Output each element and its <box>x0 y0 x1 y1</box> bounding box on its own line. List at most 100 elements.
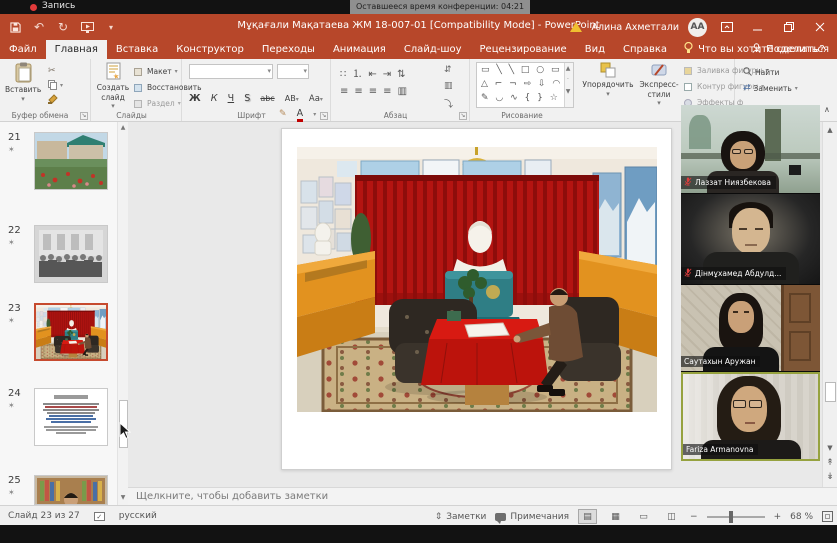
ribbon-display-options-icon[interactable] <box>716 17 738 37</box>
tab-animations[interactable]: Анимация <box>324 40 395 59</box>
thumbnail-scrollbar[interactable]: ▲ ▼ <box>117 122 128 505</box>
shapes-scroll-up-icon: ▲ <box>565 63 573 74</box>
format-painter-button[interactable] <box>48 94 58 104</box>
recording-label: Запись <box>42 1 75 11</box>
font-name-combo[interactable]: ▾ <box>189 64 273 79</box>
scroll-down-icon[interactable]: ▼ <box>823 444 837 452</box>
comments-toggle[interactable]: Примечания <box>495 512 569 522</box>
view-slideshow-button[interactable]: ◫ <box>662 509 681 524</box>
font-size-combo[interactable]: ▾ <box>277 64 309 79</box>
account-name[interactable]: Алина Ахметгали <box>591 22 679 33</box>
text-direction-icon[interactable]: ⇵ <box>444 65 452 75</box>
scroll-up-icon[interactable]: ▲ <box>823 126 837 134</box>
shapes-gallery[interactable]: ▭ ╲ ╲ □ ○ ▭ △ ⌐ ¬ ⇨ ⇩ ◠ ✎ ◡ ∿ { } ☆ ▲ · … <box>476 62 574 108</box>
zoom-slider-thumb[interactable] <box>729 511 733 523</box>
bold-button[interactable]: Ж <box>189 93 201 104</box>
mouse-cursor <box>119 422 131 440</box>
video-tile-participant-4-active-speaker[interactable]: Fariza Armanovna <box>681 372 820 461</box>
tab-insert[interactable]: Вставка <box>107 40 167 59</box>
previous-slide-button[interactable]: ↟ <box>823 458 837 468</box>
clipboard-dialog-launcher[interactable]: ↘ <box>80 112 88 120</box>
paragraph-dialog-launcher[interactable]: ↘ <box>459 112 467 120</box>
slide-scrollbar[interactable]: ▲ ▼ ↟ ↡ <box>822 122 837 487</box>
font-dialog-launcher[interactable]: ↘ <box>320 112 328 120</box>
align-text-icon[interactable]: ▥ <box>444 81 453 91</box>
slide-24-thumbnail[interactable] <box>34 388 108 446</box>
text-shadow-button[interactable]: S <box>244 93 250 104</box>
italic-button[interactable]: К <box>211 93 218 104</box>
zoom-level[interactable]: 68 % <box>790 512 813 522</box>
align-center-icon[interactable]: ≡ <box>354 86 368 97</box>
notes-toggle[interactable]: ⇕Заметки <box>435 512 487 522</box>
slide-21-thumbnail[interactable] <box>34 132 108 190</box>
tab-design[interactable]: Конструктор <box>167 40 253 59</box>
tab-file[interactable]: Файл <box>0 40 46 59</box>
tab-transitions[interactable]: Переходы <box>253 40 324 59</box>
strikethrough-button[interactable]: abc <box>260 94 274 103</box>
zoom-in-button[interactable]: + <box>774 512 782 522</box>
animation-star-icon: ✶ <box>8 238 15 247</box>
view-slide-sorter-button[interactable]: ▦ <box>606 509 625 524</box>
spellcheck-icon[interactable]: ✓ <box>94 512 105 521</box>
slide-25-thumbnail[interactable] <box>34 475 108 505</box>
video-participants-panel: Лаззат Ниязбекова Дінмұхамед Абдулд... <box>681 105 820 461</box>
underline-button[interactable]: Ч <box>228 93 235 104</box>
align-left-icon[interactable]: ≡ <box>340 86 354 97</box>
slide-photo[interactable] <box>297 147 657 412</box>
video-tile-participant-2[interactable]: Дінмұхамед Абдулд... <box>681 194 820 284</box>
tab-review[interactable]: Рецензирование <box>471 40 576 59</box>
shapes-row-1: ▭ ╲ ╲ □ ○ ▭ <box>481 64 563 78</box>
account-avatar[interactable]: АА <box>688 18 707 37</box>
zoom-out-button[interactable]: − <box>690 512 698 522</box>
numbering-icon[interactable]: ⒈ <box>352 69 368 80</box>
tab-slideshow[interactable]: Слайд-шоу <box>395 40 471 59</box>
new-slide-button[interactable]: Создать слайд ▾ <box>95 62 131 111</box>
copy-button[interactable]: ▾ <box>48 80 63 90</box>
tab-view[interactable]: Вид <box>576 40 614 59</box>
layout-button[interactable]: Макет▾ <box>134 67 178 76</box>
video-tile-participant-3[interactable]: Саутахын Аружан <box>681 285 820 371</box>
line-spacing-icon[interactable]: ⇅ <box>397 69 411 80</box>
view-reading-button[interactable]: ▭ <box>634 509 653 524</box>
section-button[interactable]: Раздел▾ <box>134 99 181 108</box>
next-slide-button[interactable]: ↡ <box>823 472 837 482</box>
align-right-icon[interactable]: ≡ <box>369 86 383 97</box>
indent-increase-icon[interactable]: ⇥ <box>383 69 397 80</box>
status-bar: Слайд 23 из 27 ✓ русский ⇕Заметки Примеч… <box>0 505 837 525</box>
paste-button[interactable]: Вставить ▾ <box>5 62 41 104</box>
columns-icon[interactable]: ▥ <box>398 86 413 97</box>
language-status[interactable]: русский <box>119 511 157 521</box>
new-slide-caret-icon: ▾ <box>95 102 131 111</box>
indent-decrease-icon[interactable]: ⇤ <box>368 69 382 80</box>
fit-to-window-icon[interactable] <box>822 511 833 522</box>
video-tile-participant-1[interactable]: Лаззат Ниязбекова <box>681 105 820 193</box>
tab-help[interactable]: Справка <box>614 40 676 59</box>
scroll-down-icon[interactable]: ▼ <box>118 494 128 501</box>
slide-23-thumbnail-selected[interactable] <box>34 303 108 361</box>
quick-styles-button[interactable]: Экспресс-стили ▾ <box>636 62 682 108</box>
notes-placeholder[interactable]: Щелкните, чтобы добавить заметки <box>128 487 837 505</box>
tab-home[interactable]: Главная <box>46 40 107 59</box>
view-normal-button[interactable]: ▤ <box>578 509 597 524</box>
zoom-slider[interactable] <box>707 516 765 518</box>
arrange-caret-icon: ▾ <box>582 90 634 99</box>
restore-button[interactable] <box>778 17 800 37</box>
participant-name: Дінмұхамед Абдулд... <box>695 269 781 278</box>
scroll-thumb[interactable] <box>825 382 836 402</box>
replace-button[interactable]: ⇄ Заменить ▾ <box>743 83 798 93</box>
cut-button[interactable]: ✂ <box>48 66 56 76</box>
collapse-ribbon-icon[interactable]: ∧ <box>824 105 830 114</box>
arrange-button[interactable]: Упорядочить ▾ <box>582 62 634 99</box>
scroll-up-icon[interactable]: ▲ <box>118 124 128 131</box>
comments-bubble-icon <box>495 513 506 521</box>
smartart-convert-icon[interactable]: ⤵ <box>444 97 453 110</box>
find-button[interactable]: Найти <box>743 67 779 78</box>
share-button[interactable]: Поделиться <box>752 40 829 59</box>
bullets-icon[interactable]: ∷ <box>340 69 352 80</box>
shapes-scroll-down-icon: ▼ <box>565 86 573 97</box>
shapes-scrollbar[interactable]: ▲ · ▼ <box>564 63 573 107</box>
close-button[interactable] <box>809 17 831 37</box>
minimize-button[interactable] <box>747 17 769 37</box>
slide-22-thumbnail[interactable] <box>34 225 108 283</box>
justify-icon[interactable]: ≡ <box>383 86 397 97</box>
